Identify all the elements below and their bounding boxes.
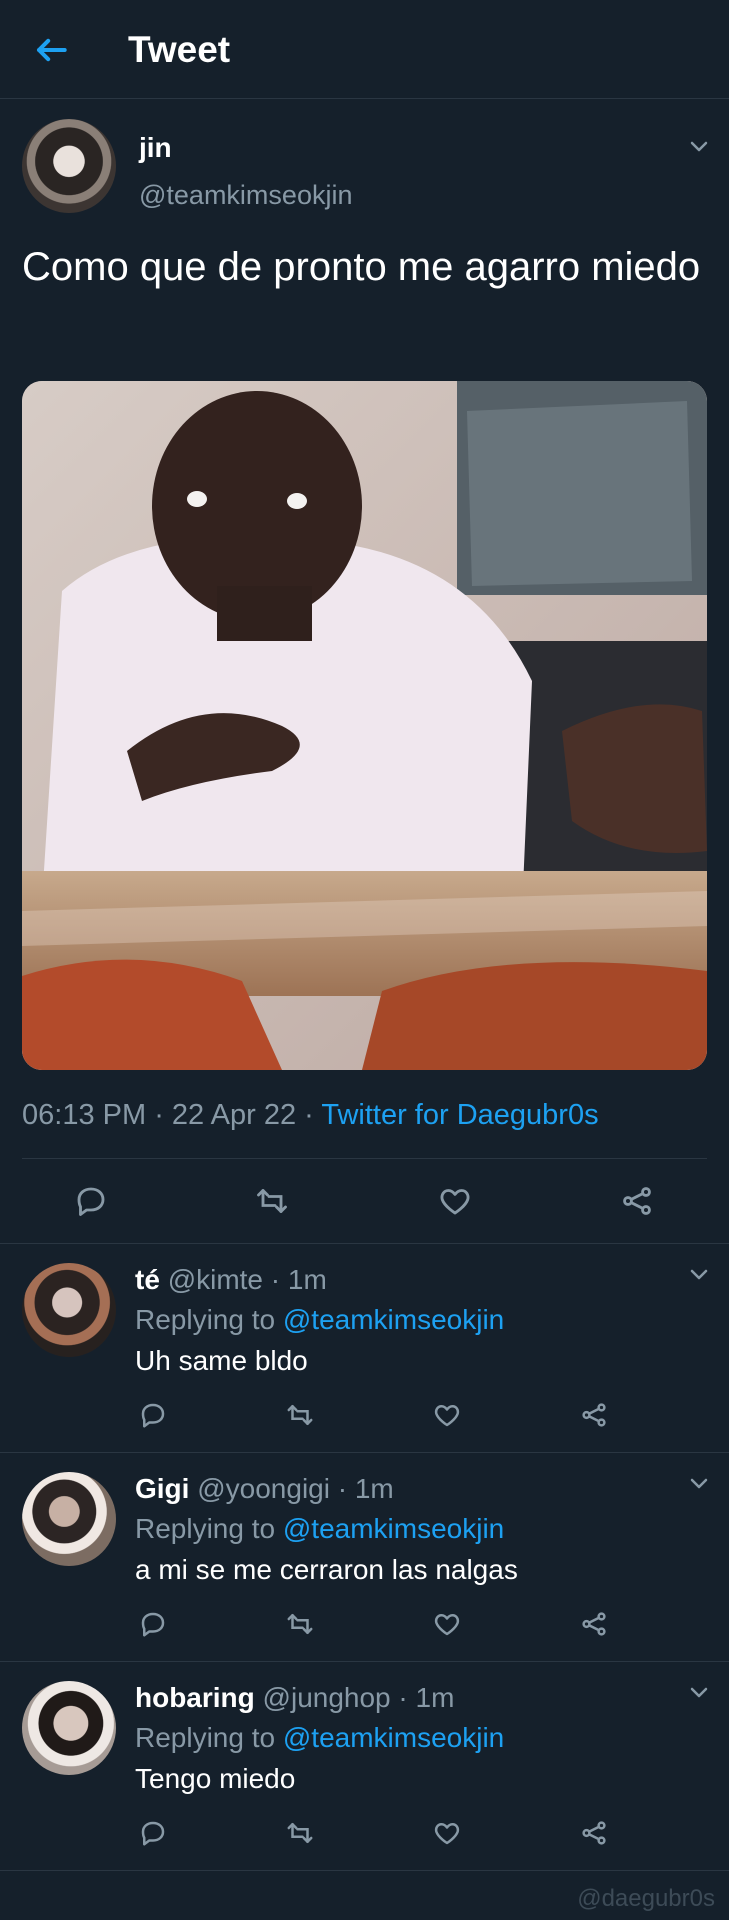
- share-icon[interactable]: [579, 1818, 609, 1848]
- author-avatar[interactable]: [22, 119, 116, 213]
- meta-separator: ·: [154, 1099, 172, 1131]
- reply-actions: [0, 1812, 729, 1854]
- reply-icon[interactable]: [73, 1183, 109, 1219]
- replying-to: Replying to @teamkimseokjin: [135, 1304, 504, 1336]
- reply-time: 1m: [354, 1473, 394, 1504]
- retweet-icon[interactable]: [254, 1183, 290, 1219]
- top-bar: Tweet: [0, 0, 729, 99]
- like-icon[interactable]: [437, 1183, 473, 1219]
- reply-author-name[interactable]: té: [135, 1264, 160, 1295]
- reply-author-name[interactable]: hobaring: [135, 1682, 255, 1713]
- reply-text: Tengo miedo: [135, 1763, 296, 1794]
- replying-to-label: Replying to: [135, 1304, 283, 1335]
- reply-tweet[interactable]: hobaring @junghop · 1m Replying to @team…: [0, 1661, 729, 1870]
- meta-separator: ·: [304, 1099, 322, 1131]
- share-icon[interactable]: [579, 1400, 609, 1430]
- reply-actions: [0, 1603, 729, 1645]
- timeline-divider: [0, 1870, 729, 1871]
- reply-avatar[interactable]: [22, 1263, 116, 1357]
- reply-time: 1m: [287, 1264, 327, 1295]
- arrow-left-icon[interactable]: [28, 28, 72, 72]
- reply-author-handle[interactable]: @kimte: [168, 1264, 263, 1295]
- reply-author-handle[interactable]: @junghop: [263, 1682, 391, 1713]
- reply-text: Uh same bldo: [135, 1345, 308, 1376]
- reply-actions: [0, 1394, 729, 1436]
- reply-header: Gigi @yoongigi · 1m: [135, 1473, 394, 1505]
- reply-icon[interactable]: [138, 1609, 168, 1639]
- retweet-icon[interactable]: [285, 1400, 315, 1430]
- reply-separator: ·: [390, 1682, 416, 1713]
- retweet-icon[interactable]: [285, 1609, 315, 1639]
- reply-avatar[interactable]: [22, 1681, 116, 1775]
- author-handle[interactable]: @teamkimseokjin: [139, 180, 352, 211]
- replying-to-mention[interactable]: @teamkimseokjin: [283, 1304, 504, 1335]
- reply-separator: ·: [263, 1264, 288, 1295]
- chevron-down-icon[interactable]: [687, 1471, 711, 1495]
- tweet-media-image[interactable]: [22, 381, 707, 1070]
- author-name[interactable]: jin: [139, 132, 172, 164]
- tweet-source-link[interactable]: Twitter for Daegubr0s: [321, 1099, 598, 1131]
- like-icon[interactable]: [432, 1400, 462, 1430]
- retweet-icon[interactable]: [285, 1818, 315, 1848]
- share-icon[interactable]: [579, 1609, 609, 1639]
- reply-header: hobaring @junghop · 1m: [135, 1682, 454, 1714]
- tweet-time: 06:13 PM: [22, 1099, 147, 1131]
- chevron-down-icon[interactable]: [687, 134, 711, 158]
- reply-separator: ·: [329, 1473, 355, 1504]
- reply-author-name[interactable]: Gigi: [135, 1473, 189, 1504]
- watermark: @daegubr0s: [577, 1885, 715, 1912]
- replying-to: Replying to @teamkimseokjin: [135, 1513, 504, 1545]
- replying-to-mention[interactable]: @teamkimseokjin: [283, 1513, 504, 1544]
- like-icon[interactable]: [432, 1818, 462, 1848]
- media-photo: [22, 381, 707, 1070]
- reply-tweet[interactable]: té @kimte · 1m Replying to @teamkimseokj…: [0, 1243, 729, 1452]
- reply-tweet[interactable]: Gigi @yoongigi · 1m Replying to @teamkim…: [0, 1452, 729, 1661]
- reply-header: té @kimte · 1m: [135, 1264, 327, 1296]
- like-icon[interactable]: [432, 1609, 462, 1639]
- reply-text: a mi se me cerraron las nalgas: [135, 1554, 518, 1585]
- chevron-down-icon[interactable]: [687, 1262, 711, 1286]
- tweet-date: 22 Apr 22: [171, 1099, 297, 1131]
- reply-avatar[interactable]: [22, 1472, 116, 1566]
- reply-author-handle[interactable]: @yoongigi: [197, 1473, 330, 1504]
- replying-to-label: Replying to: [135, 1513, 283, 1544]
- replying-to-label: Replying to: [135, 1722, 283, 1753]
- tweet-meta: 06:13 PM · 22 Apr 22 · Twitter for Daegu…: [22, 1099, 707, 1132]
- chevron-down-icon[interactable]: [687, 1680, 711, 1704]
- reply-time: 1m: [415, 1682, 455, 1713]
- replying-to-mention[interactable]: @teamkimseokjin: [283, 1722, 504, 1753]
- replying-to: Replying to @teamkimseokjin: [135, 1722, 504, 1754]
- tweet-text: Como que de pronto me agarro miedo: [22, 245, 701, 289]
- reply-icon[interactable]: [138, 1400, 168, 1430]
- reply-icon[interactable]: [138, 1818, 168, 1848]
- meta-divider: [22, 1158, 707, 1159]
- share-icon[interactable]: [619, 1183, 655, 1219]
- page-title: Tweet: [128, 29, 231, 70]
- tweet-actions: [0, 1165, 729, 1240]
